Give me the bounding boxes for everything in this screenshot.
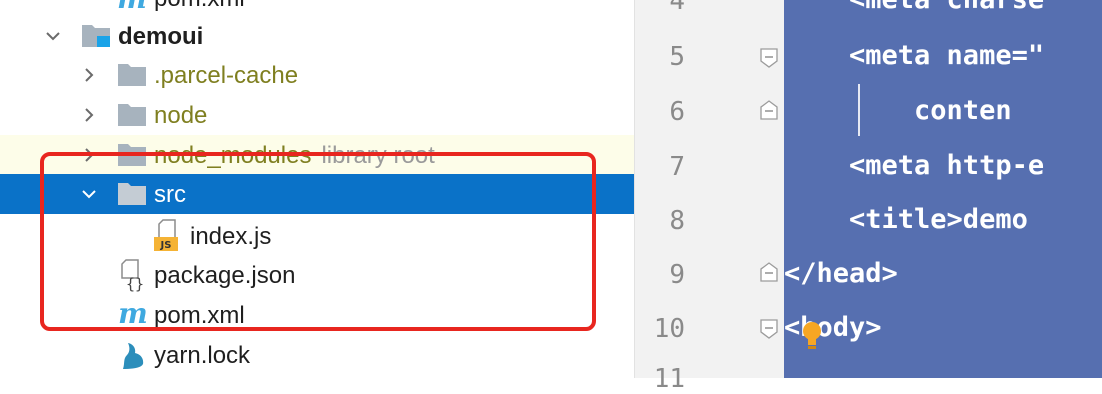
- tree-item-label: src: [154, 181, 186, 208]
- tree-item-label: pom.xml: [154, 302, 245, 329]
- line-number: 4: [669, 0, 685, 16]
- tree-item-pom-xml[interactable]: m pom.xml: [0, 295, 634, 335]
- tree-item-name: node_modules: [154, 142, 312, 169]
- line-number: 9: [669, 260, 685, 290]
- maven-icon: m: [118, 297, 148, 330]
- tree-item-label: node_modules library root: [154, 142, 435, 170]
- tree-item-label: yarn.lock: [154, 342, 251, 369]
- module-folder-icon: [80, 22, 114, 50]
- tree-item-label: .parcel-cache: [154, 62, 299, 89]
- editor-gutter: 4 5 6 7 8 9 10 11: [634, 0, 785, 394]
- tree-item-index-js[interactable]: JS index.js: [0, 216, 634, 256]
- code-line: <title>demo: [784, 204, 1045, 235]
- chevron-down-icon[interactable]: [42, 25, 64, 47]
- source-folder-icon: [116, 180, 148, 208]
- tree-item-node-modules[interactable]: node_modules library root: [0, 135, 634, 175]
- code-line: <meta http-e: [784, 150, 1045, 181]
- indent-guide: [858, 84, 860, 136]
- folder-icon: [116, 101, 148, 129]
- tree-item-label: demoui: [118, 23, 204, 50]
- maven-icon: m: [116, 0, 148, 15]
- chevron-right-icon[interactable]: [78, 64, 100, 86]
- folder-icon: [116, 61, 148, 89]
- tree-item-label: node: [154, 102, 208, 129]
- chevron-right-icon[interactable]: [78, 104, 100, 126]
- tree-item-demoui[interactable]: demoui: [0, 16, 634, 56]
- chevron-right-icon[interactable]: [78, 144, 100, 166]
- library-root-hint: library root: [321, 142, 435, 169]
- code-editor[interactable]: <meta charse <meta name=" conten <meta h…: [784, 0, 1102, 378]
- tree-item-label: index.js: [190, 223, 272, 250]
- fold-end-icon[interactable]: [760, 100, 778, 120]
- tree-item-label: pom.xml: [154, 0, 245, 13]
- json-file-icon: {}: [117, 258, 149, 292]
- code-line: <body>: [784, 312, 882, 343]
- tree-item-label: package.json: [154, 262, 296, 289]
- javascript-file-icon: JS: [153, 219, 183, 253]
- tree-item-package-json[interactable]: {} package.json: [0, 255, 634, 295]
- code-line: <meta charse: [784, 0, 1044, 15]
- tree-item-parcel-cache[interactable]: .parcel-cache: [0, 55, 634, 95]
- svg-text:JS: JS: [160, 240, 172, 251]
- folder-icon: [116, 141, 148, 169]
- svg-text:{}: {}: [126, 275, 144, 292]
- fold-end-icon[interactable]: [760, 262, 778, 282]
- project-tree: m pom.xml demoui .parcel-cache: [0, 0, 634, 378]
- line-number: 8: [669, 206, 685, 236]
- line-number: 10: [653, 314, 685, 344]
- line-number: 6: [669, 97, 685, 127]
- code-line: conten: [784, 95, 1012, 126]
- code-line: <meta name=": [784, 40, 1045, 71]
- line-number: 7: [669, 152, 685, 182]
- yarn-icon: [117, 339, 147, 371]
- tree-item-yarn-lock[interactable]: yarn.lock: [0, 335, 634, 375]
- fold-collapse-icon[interactable]: [760, 48, 778, 68]
- tree-item-src[interactable]: src: [0, 174, 634, 214]
- line-number: 5: [669, 42, 685, 72]
- code-line: </head>: [784, 258, 898, 289]
- fold-collapse-icon[interactable]: [760, 319, 778, 339]
- chevron-down-icon[interactable]: [78, 183, 100, 205]
- lightbulb-icon[interactable]: [802, 321, 822, 351]
- tree-item-node[interactable]: node: [0, 95, 634, 135]
- line-number: 11: [653, 364, 685, 394]
